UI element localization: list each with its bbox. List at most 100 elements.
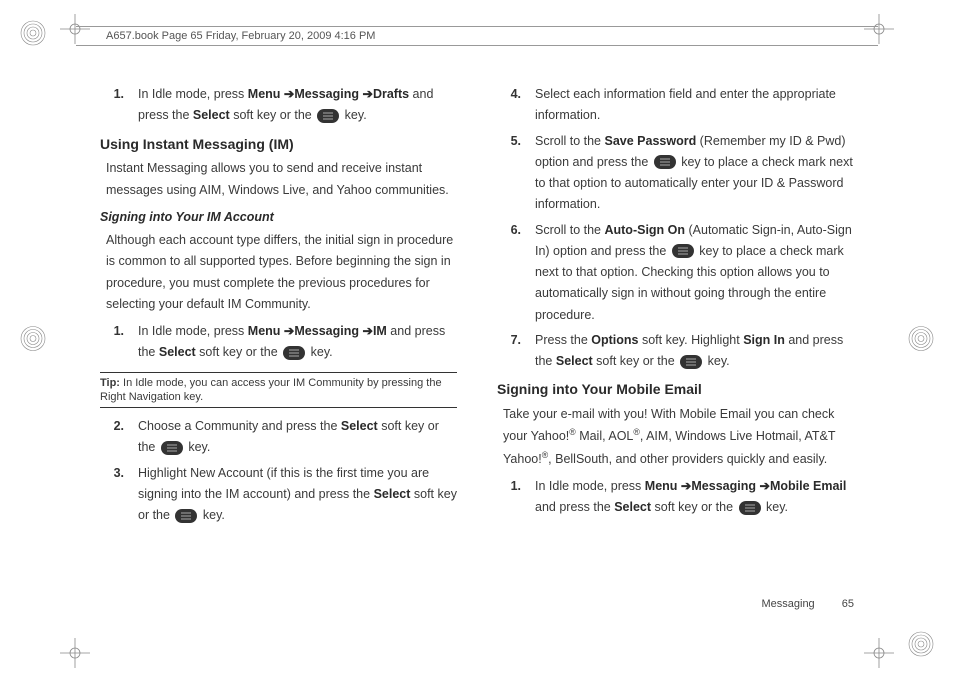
step-item: 7. Press the Options soft key. Highlight…: [497, 330, 854, 373]
step-body: Press the Options soft key. Highlight Si…: [535, 330, 854, 373]
heading-signin-im: Signing into Your IM Account: [100, 207, 457, 228]
text: soft key or the: [651, 500, 736, 514]
text: Scroll to the: [535, 223, 604, 237]
steps-signin-b: 2. Choose a Community and press the Sele…: [100, 416, 457, 526]
bold: Mobile Email: [770, 479, 846, 493]
page: A657.book Page 65 Friday, February 20, 2…: [0, 0, 954, 682]
bold: IM: [373, 324, 387, 338]
step-item: 5. Scroll to the Save Password (Remember…: [497, 131, 854, 216]
text: soft key or the: [230, 108, 315, 122]
heading-mobile-email: Signing into Your Mobile Email: [497, 378, 854, 402]
tip-label: Tip:: [100, 377, 120, 389]
step-item: 1. In Idle mode, press Menu Messaging Mobi…: [497, 476, 854, 519]
bold: Select: [159, 345, 196, 359]
text: soft key or the: [196, 345, 281, 359]
bold: Auto-Sign On: [604, 223, 685, 237]
step-body: Select each information field and enter …: [535, 84, 854, 127]
step-item: 1. In Idle mode, press MenuMessagingIM a…: [100, 321, 457, 364]
bold: Sign In: [743, 333, 785, 347]
text: Press the: [535, 333, 591, 347]
step-body: Highlight New Account (if this is the fi…: [138, 463, 457, 527]
tip-box: Tip: In Idle mode, you can access your I…: [100, 372, 457, 409]
step-body: Scroll to the Auto-Sign On (Automatic Si…: [535, 220, 854, 326]
steps-signin-a: 1. In Idle mode, press MenuMessagingIM a…: [100, 321, 457, 364]
ok-key-icon: [739, 501, 761, 515]
tip-text: In Idle mode, you can access your IM Com…: [100, 377, 442, 403]
bold: Save Password: [604, 134, 696, 148]
step-number: 4.: [497, 84, 521, 127]
page-footer: Messaging 65: [761, 598, 854, 610]
step-body: In Idle mode, press MenuMessagingDrafts …: [138, 84, 457, 127]
page-content: 1. In Idle mode, press Menu Messaging Draf…: [100, 80, 854, 622]
ok-key-icon: [283, 346, 305, 360]
steps-mobile-email: 1. In Idle mode, press Menu Messaging Mobi…: [497, 476, 854, 519]
ok-key-icon: [317, 109, 339, 123]
ok-key-icon: [672, 244, 694, 258]
paragraph: Take your e-mail with you! With Mobile E…: [503, 404, 854, 470]
step-number: 7.: [497, 330, 521, 373]
bold: Drafts: [373, 87, 409, 101]
bold: Messaging: [691, 479, 756, 493]
arrow-icon: [756, 479, 770, 493]
bold: Menu: [248, 87, 281, 101]
bold: Select: [341, 419, 378, 433]
left-column: 1. In Idle mode, press Menu Messaging Draf…: [100, 80, 457, 622]
paragraph: Although each account type differs, the …: [106, 230, 457, 315]
ok-key-icon: [175, 509, 197, 523]
registration-ring-icon: [908, 326, 934, 357]
bold: Messaging: [294, 87, 359, 101]
step-number: 2.: [100, 416, 124, 459]
step-body: In Idle mode, press Menu Messaging Mobile …: [535, 476, 854, 519]
steps-drafts: 1. In Idle mode, press Menu Messaging Draf…: [100, 84, 457, 127]
framemaker-header: A657.book Page 65 Friday, February 20, 2…: [76, 26, 878, 46]
text: Mail, AOL: [576, 429, 634, 443]
arrow-icon: [280, 87, 294, 101]
text: Choose a Community and press the: [138, 419, 341, 433]
text: Scroll to the: [535, 134, 604, 148]
bold: Select: [556, 354, 593, 368]
bold: Messaging: [294, 324, 359, 338]
step-number: 3.: [100, 463, 124, 527]
steps-signin-c: 4. Select each information field and ent…: [497, 84, 854, 372]
text: In Idle mode, press: [138, 324, 248, 338]
text: soft key. Highlight: [639, 333, 744, 347]
heading-im: Using Instant Messaging (IM): [100, 133, 457, 157]
arrow-icon: [677, 479, 691, 493]
registration-ring-icon: [908, 631, 934, 662]
bold: Options: [591, 333, 638, 347]
arrow-icon: [359, 324, 373, 338]
text: key.: [199, 508, 224, 522]
header-stamp-text: A657.book Page 65 Friday, February 20, 2…: [106, 30, 375, 42]
text: In Idle mode, press: [138, 87, 248, 101]
bold: Select: [614, 500, 651, 514]
step-number: 1.: [100, 84, 124, 127]
step-number: 6.: [497, 220, 521, 326]
text: , BellSouth, and other providers quickly…: [548, 452, 827, 466]
step-body: In Idle mode, press MenuMessagingIM and …: [138, 321, 457, 364]
footer-section: Messaging: [761, 598, 814, 610]
text: key.: [704, 354, 729, 368]
right-column: 4. Select each information field and ent…: [497, 80, 854, 622]
bold: Select: [193, 108, 230, 122]
registration-ring-icon: [20, 326, 46, 357]
step-item: 1. In Idle mode, press Menu Messaging Draf…: [100, 84, 457, 127]
text: In Idle mode, press: [535, 479, 645, 493]
text: and press the: [535, 500, 614, 514]
text: key.: [185, 440, 210, 454]
step-number: 1.: [497, 476, 521, 519]
bold: Select: [374, 487, 411, 501]
text: key.: [307, 345, 332, 359]
step-item: 2. Choose a Community and press the Sele…: [100, 416, 457, 459]
step-number: 1.: [100, 321, 124, 364]
crop-mark-icon: [864, 638, 894, 668]
step-body: Scroll to the Save Password (Remember my…: [535, 131, 854, 216]
bold: Menu: [645, 479, 678, 493]
step-item: 4. Select each information field and ent…: [497, 84, 854, 127]
ok-key-icon: [654, 155, 676, 169]
text: soft key or the: [593, 354, 678, 368]
footer-page-number: 65: [842, 598, 854, 610]
bold: Menu: [248, 324, 281, 338]
arrow-icon: [280, 324, 294, 338]
step-body: Choose a Community and press the Select …: [138, 416, 457, 459]
crop-mark-icon: [60, 638, 90, 668]
